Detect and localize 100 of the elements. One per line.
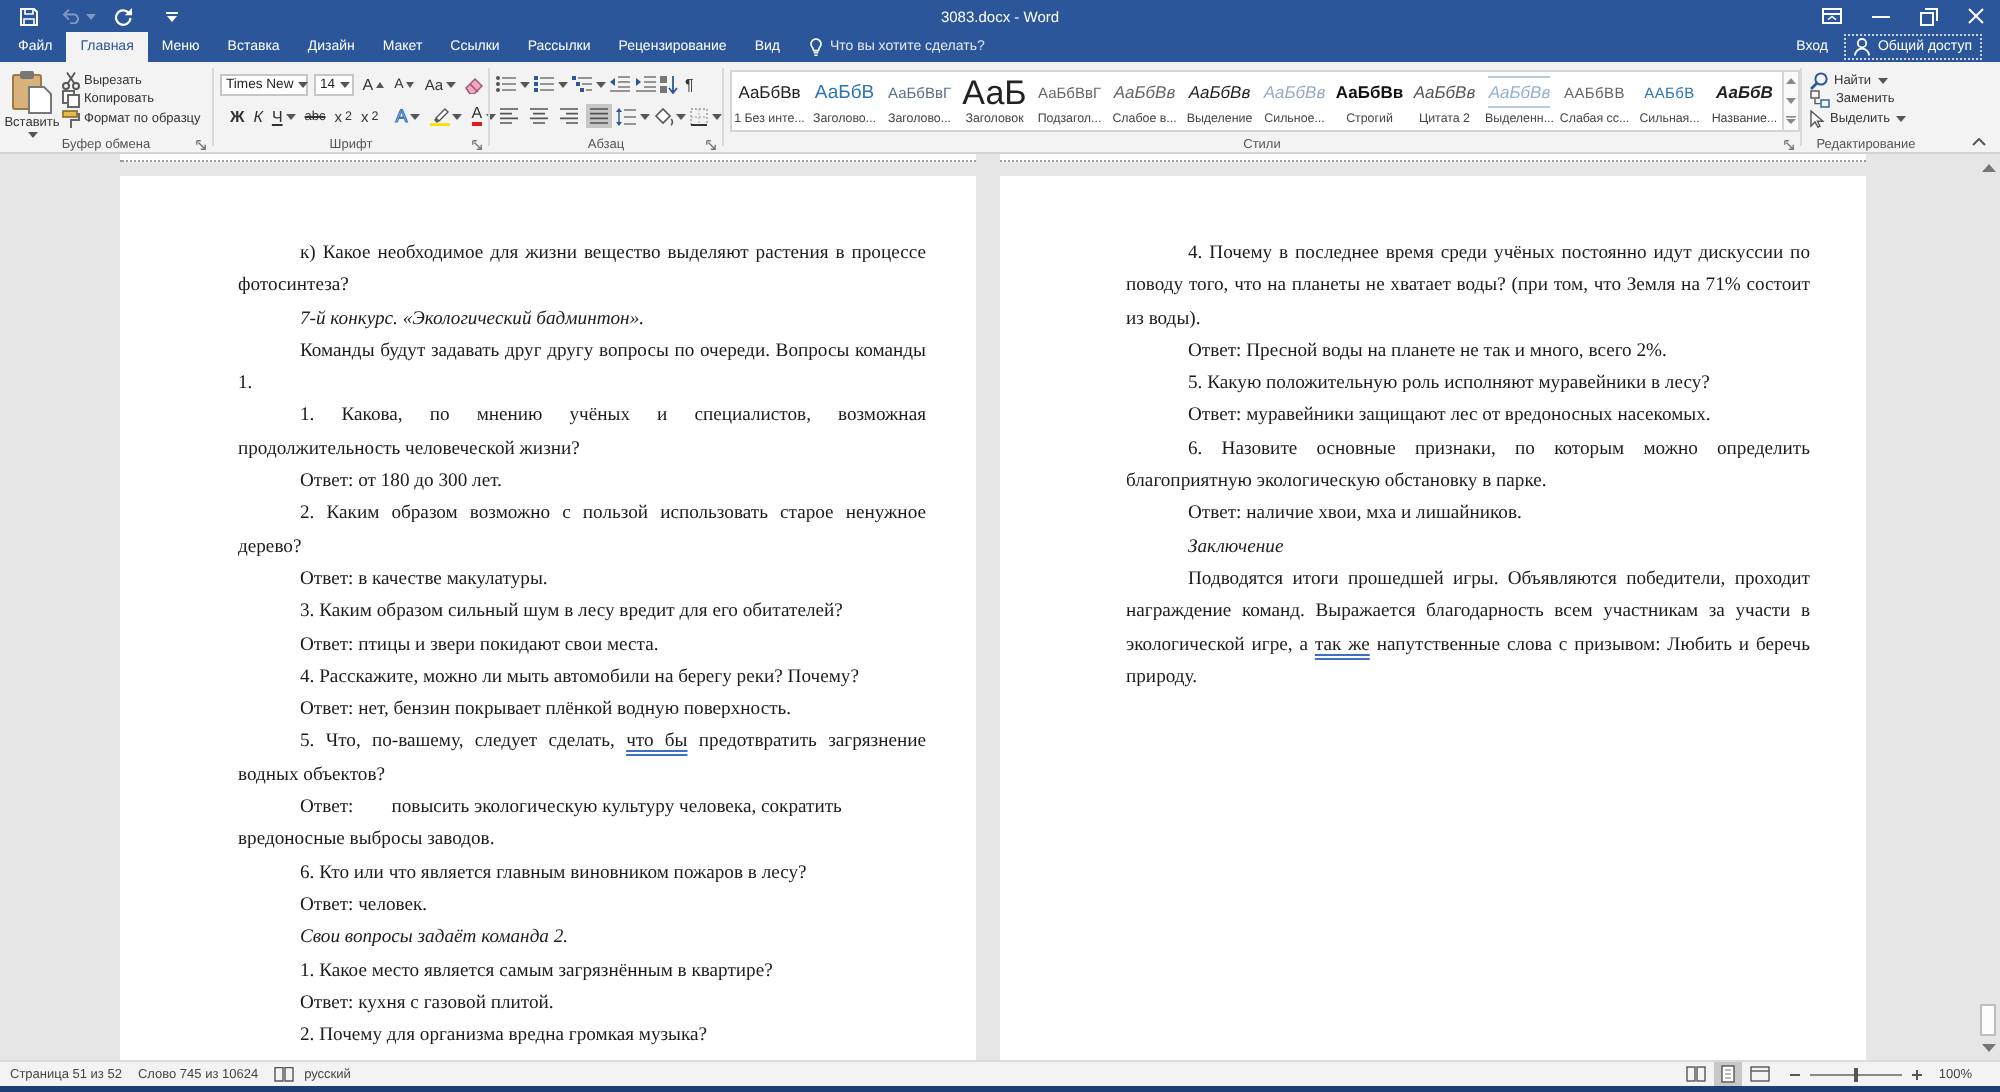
paragraph: 6. Кто или что является главным виновником пожаров в лесу? [298, 859, 809, 888]
paragraph: Ответ: повысить экологическую культуру человека, сократить вредоносные выбросы заводов. [238, 794, 844, 855]
paragraph: к) Какое необходимое для жизни вещество выделяют растения в процессе фотосинтеза? [238, 240, 926, 301]
web-layout-icon[interactable] [1746, 1062, 1775, 1086]
caret-icon [85, 13, 95, 19]
dialog-launcher-icon[interactable] [196, 139, 206, 149]
print-layout-icon[interactable] [1714, 1062, 1743, 1086]
caret-up-icon [376, 81, 385, 87]
dialog-launcher-icon[interactable] [472, 139, 482, 149]
caret-icon [340, 81, 351, 87]
paragraph: Команды будут задавать друг другу вопросы по очереди. Вопросы команды 1. [238, 337, 926, 399]
increase-indent-icon[interactable] [635, 76, 655, 92]
italic-button[interactable]: К [251, 104, 265, 128]
scissors-icon [62, 72, 80, 91]
zoom-in-icon[interactable] [1912, 1069, 1923, 1079]
caret-icon [639, 113, 649, 119]
more-icon[interactable] [1786, 116, 1796, 124]
paragraph: 4. Почему в последнее время среди учёных постоянно идут дискуссии по поводу того, что на планеты не хватает воды? (при том, что Земля на 71% состоит из воды). [1126, 240, 1810, 334]
borders-dropdown[interactable] [690, 107, 721, 125]
circular-arrow-icon[interactable] [113, 7, 131, 25]
bold-button[interactable]: Ж [228, 104, 247, 128]
paragraph: Ответ: в качестве макулатуры. [298, 565, 550, 594]
caret-icon [1896, 115, 1906, 122]
align-left-icon[interactable] [500, 108, 518, 124]
highlight-button[interactable] [427, 104, 465, 128]
line-spacing-icon [616, 107, 636, 125]
bullets-icon [496, 76, 516, 92]
eraser-icon[interactable] [464, 75, 484, 93]
ribbon-display-options-icon[interactable] [1822, 8, 1842, 24]
highlighter-icon [429, 106, 450, 126]
paragraph: Ответ: птицы и звери покидают свои места. [298, 631, 661, 660]
caret-icon [711, 113, 721, 119]
caret-icon [452, 113, 463, 119]
show-marks-button[interactable]: ¶ [683, 72, 696, 96]
paragraph: Ответ: человек. [298, 891, 430, 920]
caret-down-icon [406, 81, 415, 87]
paintbrush-icon [62, 109, 80, 128]
multilevel-list-icon [572, 76, 592, 92]
numbering-dropdown[interactable] [534, 76, 567, 92]
copy-icon [62, 90, 80, 109]
section-heading: Свои вопросы задаёт команда 2. [298, 924, 571, 953]
multilevel-list-dropdown[interactable] [572, 76, 605, 92]
sort-icon[interactable] [660, 75, 678, 93]
paragraph: 5. Какую положительную роль исполняют муравейники в лесу? [1186, 370, 1712, 399]
minimize-icon[interactable] [1872, 15, 1890, 17]
shading-dropdown[interactable] [653, 107, 686, 125]
paragraph: 1. Какое место является самым загрязнённым в квартире? [298, 957, 775, 986]
decrease-indent-icon[interactable] [610, 76, 630, 92]
scroll-up-icon[interactable] [1981, 164, 1995, 172]
section-heading: 7-й конкурс. «Экологический бадминтон». [298, 305, 647, 334]
scrollbar-thumb[interactable] [1980, 1004, 1996, 1036]
borders-icon [690, 107, 708, 125]
caret-icon [519, 81, 529, 87]
scroll-up-icon[interactable] [1786, 78, 1796, 84]
lightbulb-icon[interactable] [809, 38, 822, 56]
paragraph: 2. Каким образом возможно с пользой использовать старое ненужное дерево? [238, 500, 926, 562]
scroll-down-icon[interactable] [1786, 97, 1796, 103]
read-mode-icon[interactable] [1682, 1062, 1711, 1086]
search-icon [1810, 72, 1828, 91]
caret-icon [297, 81, 308, 87]
paragraph: 4. Расскажите, можно ли мыть автомобили на берегу реки? Почему? [298, 663, 861, 692]
grow-font-button[interactable]: A [360, 72, 387, 96]
numbered-list-icon [534, 76, 554, 92]
undo-button[interactable] [62, 8, 95, 24]
caret-icon [410, 113, 421, 119]
restore-icon[interactable] [1920, 7, 1938, 25]
paragraph: Ответ: нет, бензин покрывает плёнкой водную поверхность. [298, 696, 794, 725]
paragraph: Ответ: Пресной воды на планете не так и много, всего 2%. [1186, 337, 1669, 366]
close-icon[interactable] [1968, 8, 1984, 24]
justify-icon[interactable] [586, 104, 612, 128]
zoom-slider-thumb[interactable] [1854, 1067, 1859, 1081]
caret-icon [595, 81, 605, 87]
paragraph: Ответ: наличие хвои, мха и лишайников. [1186, 500, 1524, 529]
caret-icon [446, 81, 456, 87]
paint-bucket-icon [653, 107, 673, 125]
scroll-down-icon[interactable] [1981, 1044, 1995, 1052]
person-icon [1853, 38, 1870, 56]
paragraph: Ответ: муравейники защищают лес от вредоносных насекомых. [1186, 402, 1713, 431]
replace-icon [1810, 90, 1830, 109]
dialog-launcher-icon[interactable] [1784, 139, 1794, 149]
paragraph: 1. Какова, по мнению учёных и специалистов, возможная продолжительность человеческой жизни? [238, 402, 926, 464]
cursor-arrow-icon [1810, 109, 1824, 128]
chevron-up-icon[interactable] [1972, 138, 1986, 146]
align-center-icon[interactable] [530, 108, 548, 124]
book-icon[interactable] [274, 1066, 295, 1082]
caret-icon [27, 132, 37, 138]
paragraph: 3. Каким образом сильный шум в лесу вредит для его обитателей? [298, 598, 845, 627]
clipboard-icon [12, 70, 52, 114]
save-icon[interactable] [20, 7, 38, 25]
paragraph: Подводятся итоги прошедшей игры. Объявляются победители, проходит награждение команд. Выражается благодарность всем участникам за участи в экологической игре, а так же напутственные слова с призывом: Любить и беречь природу. [1126, 565, 1810, 692]
underline-button[interactable]: Ч [269, 104, 298, 128]
align-right-icon[interactable] [560, 108, 578, 124]
customize-caret-icon[interactable] [165, 11, 177, 21]
paragraph: 5. Что, по-вашему, следует сделать, что бы предотвратить загрязнение водных объектов? [238, 728, 926, 790]
paragraph: Ответ: от 180 до 300 лет. [298, 468, 504, 497]
dialog-launcher-icon[interactable] [706, 139, 716, 149]
line-spacing-dropdown[interactable] [616, 107, 649, 125]
caret-icon [557, 81, 567, 87]
bullets-dropdown[interactable] [496, 76, 529, 92]
paragraph: Ответ: кухня с газовой плитой. [298, 989, 556, 1018]
